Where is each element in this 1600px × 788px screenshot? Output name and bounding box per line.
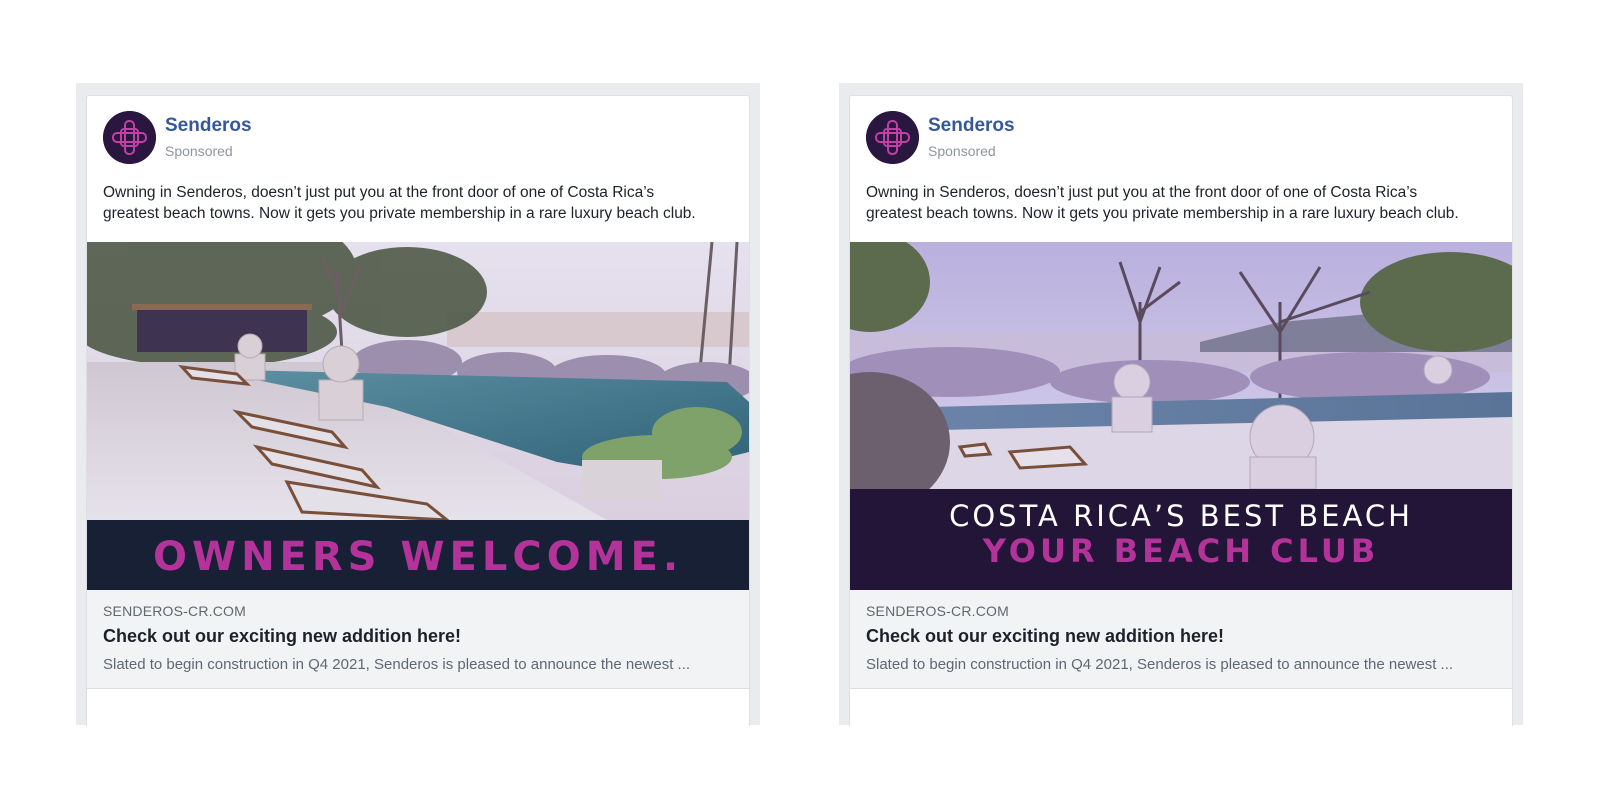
ad-card-2: Senderos Sponsored Owning in Senderos, d… bbox=[849, 95, 1513, 726]
ad-body-text: Owning in Senderos, doesn’t just put you… bbox=[866, 182, 1496, 224]
ad-body-line-2: greatest beach towns. Now it gets you pr… bbox=[866, 205, 1459, 222]
banner-text-your-beach-club: YOUR BEACH CLUB bbox=[982, 532, 1380, 570]
link-description: Slated to begin construction in Q4 2021,… bbox=[103, 656, 691, 673]
ad-body-line-1: Owning in Senderos, doesn’t just put you… bbox=[866, 184, 1418, 201]
link-headline[interactable]: Check out our exciting new addition here… bbox=[103, 626, 461, 647]
link-preview-2[interactable]: SENDEROS-CR.COM Check out our exciting n… bbox=[850, 590, 1512, 689]
ad-body-text: Owning in Senderos, doesn’t just put you… bbox=[103, 182, 733, 224]
ad-creative-image[interactable]: COSTA RICA’S BEST BEACH YOUR BEACH CLUB bbox=[850, 242, 1512, 590]
ad-body-line-1: Owning in Senderos, doesn’t just put you… bbox=[103, 184, 655, 201]
sponsored-label[interactable]: Sponsored bbox=[165, 143, 233, 159]
page-name-link[interactable]: Senderos bbox=[165, 115, 252, 137]
senderos-logo-icon bbox=[103, 111, 156, 164]
link-headline[interactable]: Check out our exciting new addition here… bbox=[866, 626, 1224, 647]
link-domain: SENDEROS-CR.COM bbox=[103, 603, 247, 619]
link-preview-1[interactable]: SENDEROS-CR.COM Check out our exciting n… bbox=[87, 590, 749, 689]
link-description: Slated to begin construction in Q4 2021,… bbox=[866, 656, 1454, 673]
banner-text-costa-rica-best-beach: COSTA RICA’S BEST BEACH bbox=[949, 499, 1413, 533]
ad-preview-frame-2: Senderos Sponsored Owning in Senderos, d… bbox=[839, 83, 1523, 726]
link-domain: SENDEROS-CR.COM bbox=[866, 603, 1010, 619]
sponsored-label[interactable]: Sponsored bbox=[928, 143, 996, 159]
senderos-logo-icon bbox=[866, 111, 919, 164]
ad-preview-frame-1: Senderos Sponsored Owning in Senderos, d… bbox=[76, 83, 760, 726]
page-name-link[interactable]: Senderos bbox=[928, 115, 1015, 137]
senderos-logo-avatar[interactable] bbox=[866, 111, 919, 164]
ad-creative-image[interactable]: OWNERS WELCOME. bbox=[87, 242, 749, 590]
senderos-logo-avatar[interactable] bbox=[103, 111, 156, 164]
banner-text-owners-welcome: OWNERS WELCOME. bbox=[153, 534, 683, 580]
ad-body-line-2: greatest beach towns. Now it gets you pr… bbox=[103, 205, 696, 222]
ad-card-1: Senderos Sponsored Owning in Senderos, d… bbox=[86, 95, 750, 726]
